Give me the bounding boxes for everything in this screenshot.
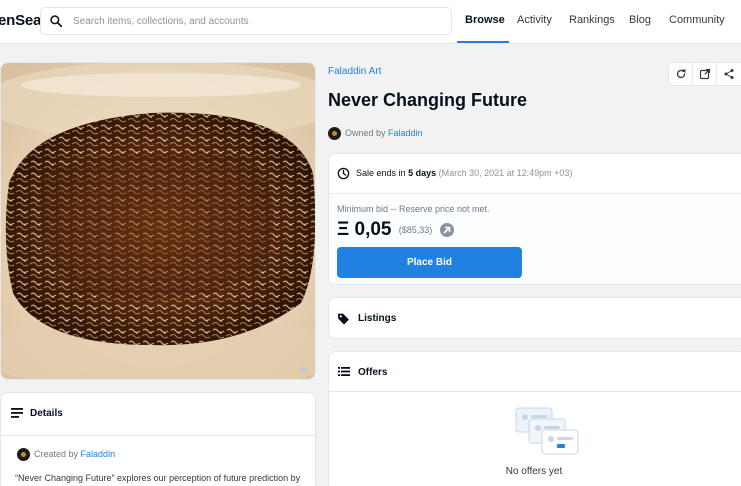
created-by-prefix: Created by — [34, 448, 79, 459]
creator-avatar[interactable] — [17, 448, 30, 461]
sale-timer: Sale ends in 5 days (March 30, 2021 at 1… — [329, 154, 741, 194]
price-value: 0,05 — [354, 219, 392, 240]
nav-activity[interactable]: Activity — [517, 14, 552, 26]
search-input[interactable] — [73, 12, 443, 30]
search-box[interactable] — [40, 7, 452, 35]
refresh-icon — [676, 69, 686, 79]
no-offers-text: No offers yet — [505, 466, 563, 477]
place-bid-button[interactable]: Place Bid — [337, 247, 522, 278]
owner-link[interactable]: Faladdin — [388, 128, 423, 138]
details-label: Details — [30, 408, 63, 419]
details-lines-icon — [11, 408, 23, 418]
external-link-icon — [699, 68, 711, 80]
offers-label: Offers — [358, 367, 388, 378]
item-description: “Never Changing Future” explores our per… — [15, 473, 301, 483]
refresh-button[interactable] — [669, 63, 693, 85]
nav-rankings[interactable]: Rankings — [569, 14, 615, 26]
nav-blog[interactable]: Blog — [629, 14, 651, 26]
details-panel: Details Created by Faladdin “Never Chang… — [0, 392, 317, 486]
search-icon — [50, 15, 63, 28]
tag-icon — [338, 313, 349, 325]
share-icon — [724, 69, 734, 79]
artwork-image — [1, 63, 315, 379]
offers-list-icon — [338, 367, 350, 376]
min-bid-note: Minimum bid -- Reserve price not met. — [337, 204, 490, 214]
sale-card: Sale ends in 5 days (March 30, 2021 at 1… — [328, 153, 741, 285]
sale-ends-prefix: Sale ends in — [356, 168, 406, 178]
price-usd: ($85,33) — [398, 224, 433, 235]
listings-label: Listings — [358, 313, 397, 324]
offers-panel: Offers No offers yet — [328, 351, 741, 486]
price-arrow-icon[interactable] — [439, 222, 454, 237]
sale-ends-in: 5 days — [408, 168, 437, 178]
nav-community[interactable]: Community — [669, 14, 725, 26]
price-display: Ξ 0,05 ($85,33) — [337, 219, 454, 241]
owned-by-prefix: Owned by — [345, 127, 386, 138]
empty-offers-illustration-icon — [515, 407, 579, 455]
sale-ends-text: Sale ends in 5 days (March 30, 2021 at 1… — [356, 168, 572, 178]
nav-active-indicator — [457, 41, 509, 43]
clock-icon — [337, 167, 350, 180]
top-navigation-bar: enSea Browse Activity Rankings Blog Comm… — [0, 0, 741, 44]
item-title: Never Changing Future — [328, 90, 528, 110]
opensea-logo-text[interactable]: enSea — [0, 12, 41, 29]
details-header[interactable]: Details — [1, 393, 317, 436]
owned-by: Owned by Faladdin — [328, 127, 423, 140]
created-by: Created by Faladdin — [17, 448, 115, 461]
nav-browse[interactable]: Browse — [465, 14, 505, 26]
bid-section: Minimum bid -- Reserve price not met. Ξ … — [329, 195, 741, 284]
item-actions — [668, 62, 741, 86]
offers-header[interactable]: Offers — [329, 352, 741, 392]
listings-panel[interactable]: Listings — [328, 297, 741, 339]
collection-link[interactable]: Faladdin Art — [328, 66, 381, 77]
share-button[interactable] — [717, 63, 741, 85]
play-icon[interactable] — [299, 364, 309, 374]
sale-ends-date: (March 30, 2021 at 12:49pm +03) — [438, 168, 573, 178]
open-external-button[interactable] — [693, 63, 717, 85]
creator-link[interactable]: Faladdin — [81, 449, 116, 459]
artwork-card[interactable] — [0, 62, 316, 380]
owner-avatar[interactable] — [328, 127, 341, 140]
eth-icon: Ξ — [337, 219, 350, 240]
